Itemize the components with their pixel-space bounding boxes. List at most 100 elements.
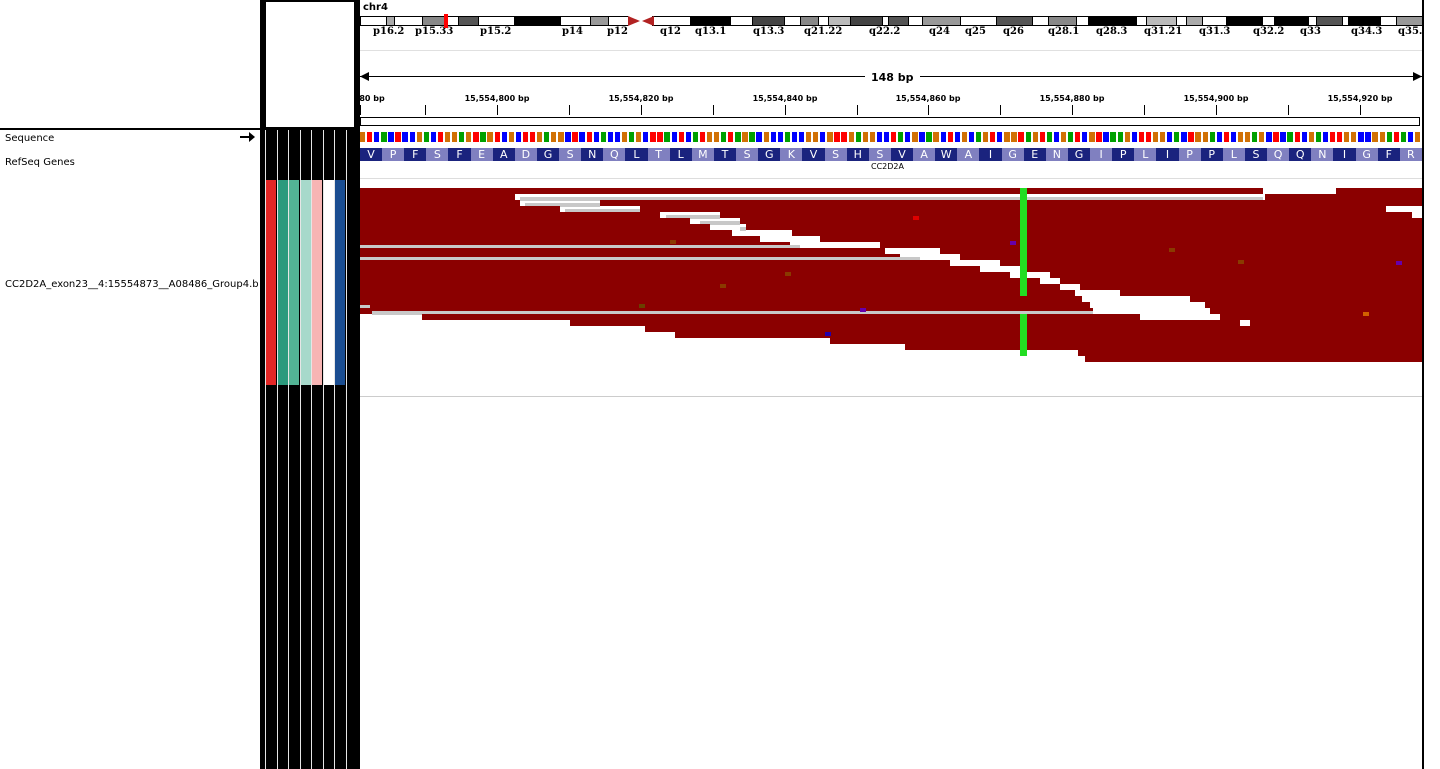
attribute-column-line [311, 130, 312, 769]
amino-acid: S [736, 148, 759, 161]
sequence-base [1089, 132, 1095, 142]
amino-acid: I [1156, 148, 1179, 161]
sequence-base [388, 132, 394, 142]
attribute-cell[interactable] [300, 180, 311, 385]
sequence-base [1068, 132, 1074, 142]
sequence-base [692, 132, 699, 142]
sequence-base [1287, 132, 1293, 142]
sequence-base [1273, 132, 1279, 142]
sequence-base [1344, 132, 1350, 142]
amino-acid: A [492, 148, 515, 161]
amino-acid: F [1377, 148, 1400, 161]
ruler-tick-label: 15,554,840 bp [752, 94, 818, 103]
attribute-cell[interactable] [289, 180, 299, 385]
strand-arrow-icon[interactable] [239, 131, 256, 143]
sequence-base [1245, 132, 1251, 142]
alignment-track-label[interactable]: CC2D2A_exon23__4:15554873__A08486_Group4… [5, 279, 259, 290]
amino-acid: R [1399, 148, 1422, 161]
sequence-base [1372, 132, 1378, 142]
sequence-base [1110, 132, 1116, 142]
sequence-base [940, 132, 946, 142]
alignment-read[interactable] [1085, 356, 1422, 362]
amino-acid: P [1112, 148, 1135, 161]
ruler-major-tick [1072, 105, 1073, 115]
sequence-base [1174, 132, 1180, 142]
sequence-base [671, 132, 677, 142]
attribute-cell[interactable] [323, 180, 334, 385]
sequence-base [529, 132, 536, 142]
sequence-base [1230, 132, 1237, 142]
sequence-base [1223, 132, 1230, 142]
sequence-base [614, 132, 621, 142]
region-of-interest-bar[interactable] [360, 117, 1420, 126]
sequence-base [1188, 132, 1194, 142]
sequence-track[interactable] [360, 132, 1422, 142]
ruler-major-tick [641, 105, 642, 115]
sequence-base [508, 132, 514, 142]
mismatch-base [670, 240, 676, 244]
sequence-base [784, 132, 791, 142]
amino-acid: Q [603, 148, 626, 161]
sequence-base [494, 132, 500, 142]
amino-acid: T [647, 148, 670, 161]
sequence-base [664, 132, 670, 142]
ruler-minor-tick [569, 105, 570, 115]
sequence-base [919, 132, 925, 142]
sequence-base [1060, 132, 1067, 142]
sequence-base [1202, 132, 1208, 142]
sequence-base [1266, 132, 1272, 142]
attribute-cell[interactable] [335, 180, 345, 385]
alignment-read-gap [740, 227, 746, 231]
amino-acid: S [559, 148, 582, 161]
sequence-base [1237, 132, 1244, 142]
sequence-base [749, 132, 755, 142]
sequence-base [954, 132, 960, 142]
ruler-tick-label: 80 bp [359, 94, 385, 103]
sequence-track-label[interactable]: Sequence [5, 133, 54, 144]
sequence-base [1308, 132, 1314, 142]
sequence-base [1032, 132, 1038, 142]
sequence-base [1096, 132, 1102, 142]
sequence-base [1011, 132, 1017, 142]
sequence-base [763, 132, 769, 142]
sequence-base [1124, 132, 1130, 142]
mismatch-base [639, 304, 645, 308]
alignment-track[interactable] [360, 186, 1422, 366]
refseq-gene-track[interactable]: VPFSFEADGSNQLTLMTSGKVSHSVAWAIGENGIPLIPPL… [359, 148, 1422, 161]
ruler-tick-label: 15,554,800 bp [464, 94, 530, 103]
sequence-base [1322, 132, 1329, 142]
sequence-base [735, 132, 741, 142]
sequence-base [1216, 132, 1222, 142]
amino-acid: G [758, 148, 781, 161]
mismatch-base [1169, 248, 1175, 252]
sequence-base [756, 132, 762, 142]
amino-acid: Q [1289, 148, 1312, 161]
sequence-base [1252, 132, 1258, 142]
sequence-base [862, 132, 868, 142]
sequence-base [678, 132, 684, 142]
amino-acid: G [1001, 148, 1024, 161]
sequence-base [1145, 132, 1152, 142]
ruler-minor-tick [425, 105, 426, 115]
sequence-base [798, 132, 805, 142]
sequence-base [1259, 132, 1265, 142]
amino-acid: G [1355, 148, 1378, 161]
attribute-cell[interactable] [266, 180, 276, 385]
sequence-base [791, 132, 798, 142]
attribute-cell[interactable] [277, 180, 288, 385]
ruler-minor-tick [713, 105, 714, 115]
amino-acid: D [514, 148, 537, 161]
sequence-base [473, 132, 479, 142]
attribute-cell[interactable] [312, 180, 322, 385]
sequence-base [1351, 132, 1357, 142]
sequence-base [876, 132, 883, 142]
sequence-base [961, 132, 968, 142]
amino-acid: I [1090, 148, 1113, 161]
attribute-column-line [322, 130, 324, 769]
sequence-base [480, 132, 486, 142]
sequence-base [1301, 132, 1307, 142]
sequence-base [444, 132, 451, 142]
sequence-base [742, 132, 748, 142]
refseq-track-label[interactable]: RefSeq Genes [5, 157, 75, 168]
sequence-base [898, 132, 904, 142]
